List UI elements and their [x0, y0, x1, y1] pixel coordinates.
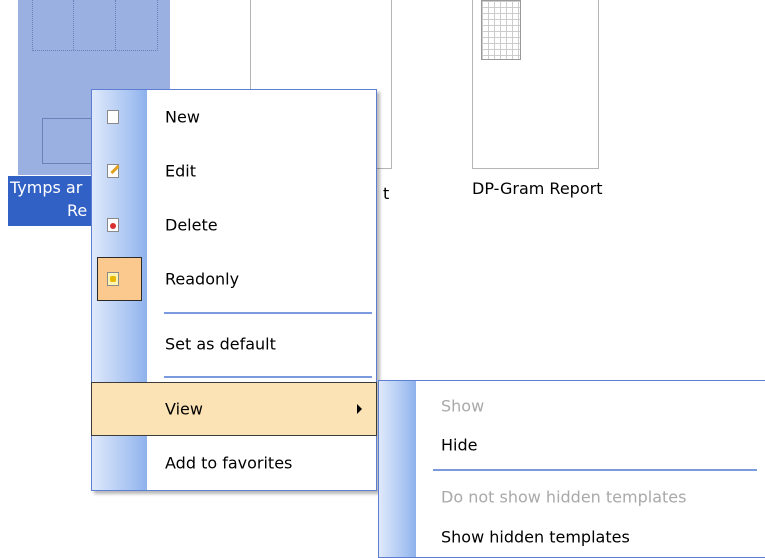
menu-item-add-favorites[interactable]: Add to favorites [92, 438, 376, 488]
thumbnail-label-second[interactable]: t [383, 184, 389, 203]
context-menu: New Edit Delete Readonly Set as default … [91, 89, 377, 491]
submenu-item-show-hidden[interactable]: Show hidden templates [379, 517, 765, 557]
submenu-item-hide[interactable]: Hide [379, 423, 765, 467]
thumbnail-grid-preview [32, 0, 158, 51]
submenu-item-do-not-show-hidden[interactable]: Do not show hidden templates [379, 475, 765, 519]
menu-item-view-label: View [165, 399, 203, 419]
document-new-icon [107, 110, 119, 124]
menu-item-readonly[interactable]: Readonly [92, 253, 376, 305]
thumbnail-label-dp-gram[interactable]: DP-Gram Report [472, 179, 602, 198]
menu-item-edit-label: Edit [165, 161, 196, 181]
menu-item-edit[interactable]: Edit [92, 145, 376, 197]
menu-item-new-label: New [165, 107, 200, 127]
menu-item-add-favorites-label: Add to favorites [165, 453, 293, 473]
menu-item-set-default-label: Set as default [165, 334, 276, 354]
thumbnail-chart-preview [481, 0, 521, 60]
menu-separator [164, 376, 372, 378]
menu-item-view[interactable]: View [91, 382, 377, 436]
checked-indicator [97, 257, 142, 301]
menu-separator [164, 312, 372, 314]
menu-item-delete[interactable]: Delete [92, 199, 376, 251]
readonly-lock-icon [107, 272, 119, 286]
view-submenu: Show Hide Do not show hidden templates S… [378, 380, 765, 558]
submenu-separator [433, 469, 757, 471]
submenu-arrow-icon [357, 404, 362, 414]
menu-item-new[interactable]: New [92, 91, 376, 143]
menu-item-readonly-label: Readonly [165, 269, 240, 289]
menu-item-highlight [91, 382, 377, 436]
submenu-item-show-hidden-label: Show hidden templates [441, 527, 630, 547]
menu-item-set-default[interactable]: Set as default [92, 318, 376, 370]
edit-pencil-icon [107, 164, 119, 178]
submenu-item-show-label: Show [441, 396, 485, 416]
delete-icon [107, 218, 119, 232]
menu-item-delete-label: Delete [165, 215, 218, 235]
submenu-item-do-not-show-hidden-label: Do not show hidden templates [441, 487, 687, 507]
submenu-item-hide-label: Hide [441, 435, 478, 455]
thumbnail-dp-gram-report[interactable] [472, 0, 599, 169]
